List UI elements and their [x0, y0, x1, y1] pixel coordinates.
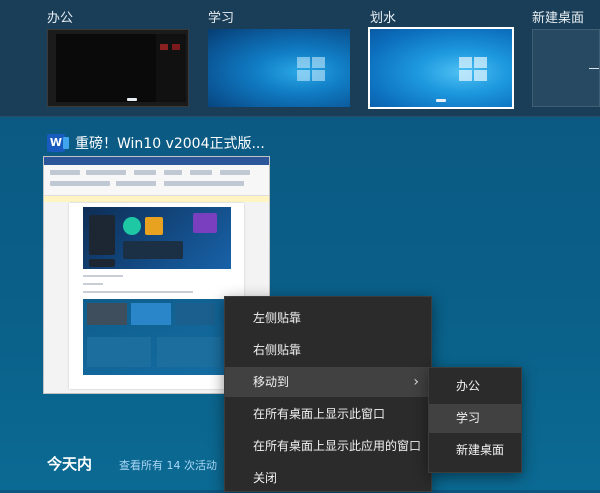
desktop-2-thumbnail[interactable] — [208, 29, 350, 107]
window-title-row[interactable]: W 重磅！Win10 v2004正式版... — [47, 133, 265, 153]
chevron-right-icon: › — [413, 374, 419, 390]
menu-item-label: 在所有桌面上显示此应用的窗口 — [253, 439, 422, 453]
menu-item-label: 关闭 — [253, 471, 278, 485]
submenu-item-label: 办公 — [456, 379, 481, 393]
submenu-item-study[interactable]: 学习 — [429, 404, 521, 433]
menu-item-label: 左侧贴靠 — [253, 311, 302, 325]
new-desktop-label: 新建桌面 — [532, 11, 585, 26]
menu-item-label: 在所有桌面上显示此窗口 — [253, 407, 386, 421]
windows-logo-icon — [297, 57, 325, 81]
desktop-3-indicator — [436, 99, 446, 102]
menu-item-show-window-all-desktops[interactable]: 在所有桌面上显示此窗口 — [225, 399, 431, 429]
desktop-2-label: 学习 — [208, 11, 235, 26]
menu-item-label: 移动到 — [253, 375, 290, 389]
menu-item-move-to[interactable]: 移动到 › — [225, 367, 431, 397]
plus-icon — [589, 68, 599, 69]
move-to-submenu: 办公 学习 新建桌面 — [428, 367, 522, 473]
desktop-3-label: 划水 — [370, 11, 397, 26]
new-desktop-button[interactable] — [532, 29, 600, 107]
windows-logo-icon — [459, 57, 487, 81]
menu-item-snap-right[interactable]: 右侧贴靠 — [225, 335, 431, 365]
submenu-item-office[interactable]: 办公 — [429, 372, 521, 401]
menu-item-close[interactable]: 关闭 — [225, 463, 431, 493]
see-all-activities-link[interactable]: 查看所有 14 次活动 — [119, 457, 217, 473]
window-title: 重磅！Win10 v2004正式版... — [75, 136, 265, 152]
virtual-desktops-bar: 办公 学习 划水 新建桌面 — [0, 0, 600, 117]
desktop-1-label: 办公 — [47, 11, 74, 26]
menu-item-snap-left[interactable]: 左侧贴靠 — [225, 303, 431, 333]
submenu-item-label: 学习 — [456, 411, 481, 425]
desktop-1-indicator — [127, 98, 137, 101]
submenu-item-label: 新建桌面 — [456, 443, 505, 457]
window-context-menu: 左侧贴靠 右侧贴靠 移动到 › 在所有桌面上显示此窗口 在所有桌面上显示此应用的… — [224, 296, 432, 492]
word-icon: W — [47, 134, 69, 152]
document-page — [69, 203, 244, 389]
submenu-item-new-desktop[interactable]: 新建桌面 — [429, 436, 521, 465]
desktop-1-thumbnail[interactable] — [47, 29, 189, 107]
menu-item-show-app-windows-all-desktops[interactable]: 在所有桌面上显示此应用的窗口 — [225, 431, 431, 461]
menu-item-label: 右侧贴靠 — [253, 343, 302, 357]
timeline-heading: 今天内 — [47, 455, 93, 473]
desktop-3-thumbnail[interactable] — [368, 27, 514, 109]
